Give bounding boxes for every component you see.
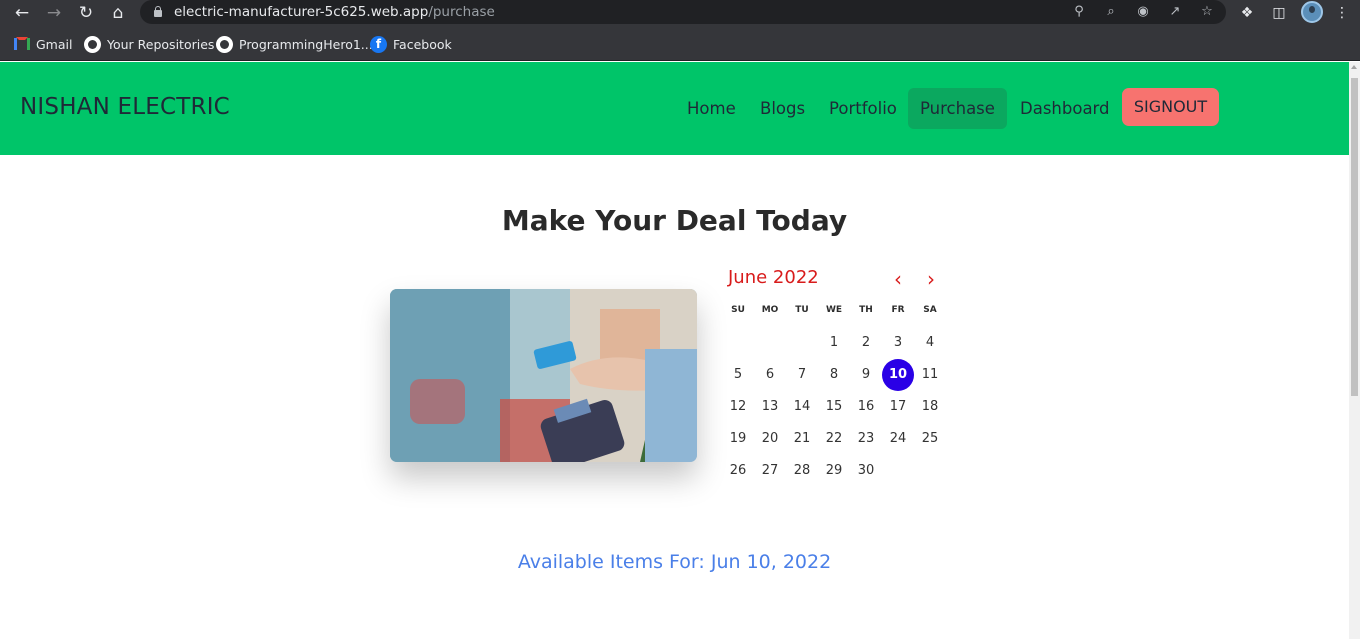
calendar-weekday: SU <box>731 305 745 315</box>
calendar-weekday: SA <box>923 305 937 315</box>
bookmarks-bar: Gmail Your Repositories ProgrammingHero1… <box>0 28 1360 61</box>
calendar-day[interactable]: 12 <box>722 391 754 423</box>
calendar-weekday: MO <box>761 305 779 315</box>
page-scrollbar[interactable] <box>1349 62 1360 639</box>
calendar-month-label: June 2022 <box>728 267 819 288</box>
share-icon[interactable]: ↗ <box>1166 3 1184 21</box>
calendar-day[interactable]: 28 <box>786 455 818 487</box>
calendar-day[interactable]: 17 <box>882 391 914 423</box>
calendar-day[interactable]: 27 <box>754 455 786 487</box>
calendar-day[interactable]: 30 <box>850 455 882 487</box>
gmail-icon <box>14 38 30 50</box>
avatar[interactable] <box>1301 1 1323 23</box>
bookmark-your-repositories[interactable]: Your Repositories <box>84 34 214 54</box>
calendar-day[interactable]: 2 <box>850 327 882 359</box>
calendar-day[interactable]: 20 <box>754 423 786 455</box>
calendar-day[interactable]: 15 <box>818 391 850 423</box>
bookmark-programminghero[interactable]: ProgrammingHero1... <box>216 34 373 54</box>
calendar-day[interactable]: 16 <box>850 391 882 423</box>
sidebar-icon[interactable]: ◫ <box>1269 3 1289 23</box>
back-arrow-icon[interactable]: ← <box>10 2 34 24</box>
calendar-day[interactable]: 6 <box>754 359 786 391</box>
nav-purchase[interactable]: Purchase <box>908 88 1007 129</box>
calendar-weekday: FR <box>891 305 905 315</box>
calendar-day[interactable]: 22 <box>818 423 850 455</box>
eye-off-icon[interactable]: ◉ <box>1134 3 1152 21</box>
github-icon <box>84 35 101 53</box>
nav-dashboard[interactable]: Dashboard <box>1008 88 1122 129</box>
bookmark-gmail[interactable]: Gmail <box>14 34 72 54</box>
calendar-weekday: WE <box>825 305 843 315</box>
calendar-day[interactable]: 25 <box>914 423 946 455</box>
brand-logo[interactable]: NISHAN ELECTRIC <box>20 94 230 120</box>
bookmark-facebook[interactable]: f Facebook <box>370 34 452 54</box>
calendar-day[interactable]: 1 <box>818 327 850 359</box>
payment-card-image <box>390 289 697 462</box>
page-title: Make Your Deal Today <box>501 204 848 237</box>
lock-icon <box>154 6 162 17</box>
reload-icon[interactable]: ↻ <box>74 2 98 24</box>
forward-arrow-icon[interactable]: → <box>42 2 66 24</box>
kebab-menu-icon[interactable]: ⋮ <box>1332 3 1352 23</box>
calendar-next-icon[interactable]: › <box>919 266 943 292</box>
calendar-day[interactable]: 5 <box>722 359 754 391</box>
nav-blogs[interactable]: Blogs <box>748 88 817 129</box>
calendar-day[interactable]: 26 <box>722 455 754 487</box>
calendar-day[interactable]: 4 <box>914 327 946 359</box>
calendar-weekday: TH <box>859 305 873 315</box>
scroll-thumb[interactable] <box>1351 78 1358 396</box>
calendar-day[interactable]: 13 <box>754 391 786 423</box>
scroll-up-icon[interactable] <box>1351 65 1357 69</box>
calendar-day[interactable]: 18 <box>914 391 946 423</box>
calendar-day[interactable]: 29 <box>818 455 850 487</box>
calendar-day[interactable]: 7 <box>786 359 818 391</box>
calendar-day[interactable]: 8 <box>818 359 850 391</box>
calendar-day[interactable]: 19 <box>722 423 754 455</box>
calendar-day[interactable]: 9 <box>850 359 882 391</box>
puzzle-icon[interactable]: ❖ <box>1237 3 1257 23</box>
calendar-day[interactable]: 23 <box>850 423 882 455</box>
home-icon[interactable]: ⌂ <box>106 2 130 24</box>
facebook-icon: f <box>370 35 387 53</box>
calendar-weekday: TU <box>795 305 809 315</box>
calendar-day[interactable]: 14 <box>786 391 818 423</box>
zoom-icon[interactable]: ⌕ <box>1102 3 1120 21</box>
nav-home[interactable]: Home <box>675 88 748 129</box>
signout-button[interactable]: SIGNOUT <box>1122 88 1219 126</box>
calendar-day[interactable]: 21 <box>786 423 818 455</box>
address-bar[interactable]: electric-manufacturer-5c625.web.app/purc… <box>140 0 1226 24</box>
calendar-day[interactable]: 11 <box>914 359 946 391</box>
nav-portfolio[interactable]: Portfolio <box>817 88 909 129</box>
url-text[interactable]: electric-manufacturer-5c625.web.app/purc… <box>174 4 495 20</box>
calendar-day[interactable]: 3 <box>882 327 914 359</box>
calendar-day-selected[interactable]: 10 <box>882 359 914 391</box>
available-items-heading: Available Items For: Jun 10, 2022 <box>517 551 832 573</box>
github-icon <box>216 35 233 53</box>
site-header: NISHAN ELECTRIC Home Blogs Portfolio Pur… <box>0 62 1349 155</box>
browser-toolbar: ← → ↻ ⌂ electric-manufacturer-5c625.web.… <box>0 0 1360 28</box>
key-icon[interactable]: ⚲ <box>1070 3 1088 21</box>
payment-scene-illustration <box>390 289 697 462</box>
star-icon[interactable]: ☆ <box>1198 3 1216 21</box>
calendar-prev-icon[interactable]: ‹ <box>886 266 910 292</box>
calendar-day[interactable]: 24 <box>882 423 914 455</box>
